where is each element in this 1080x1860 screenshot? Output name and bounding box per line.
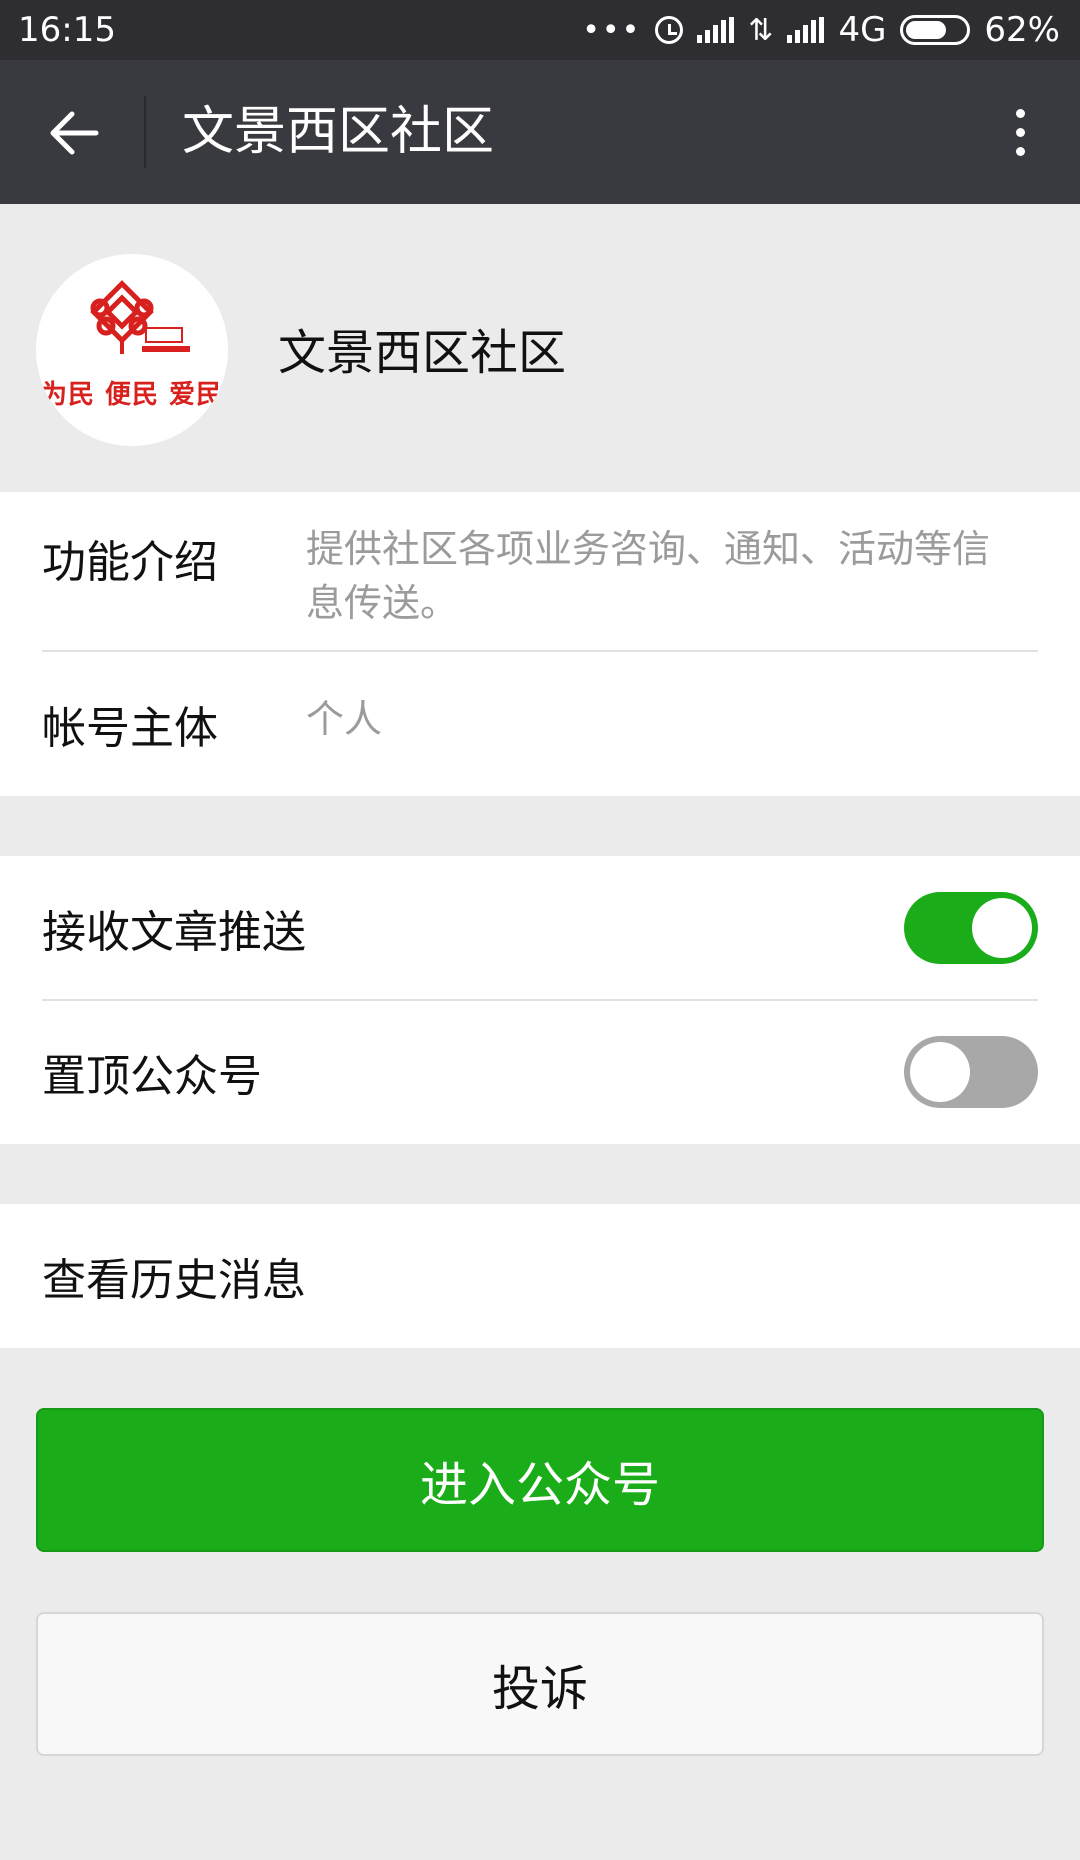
status-bar: 16:15 ••• ⇅ 4G 62%: [0, 0, 1080, 60]
pin-account-label: 置顶公众号: [42, 1051, 262, 1102]
battery-icon: [900, 15, 971, 45]
more-vertical-icon: [1015, 108, 1025, 118]
alarm-icon: [655, 16, 684, 44]
account-value: 个人: [306, 697, 383, 741]
network-type: 4G: [838, 10, 887, 50]
pin-account-toggle[interactable]: [904, 1036, 1038, 1108]
toggle-knob: [972, 898, 1032, 958]
toggle-knob: [910, 1042, 970, 1102]
more-options-button[interactable]: [990, 96, 1050, 168]
status-time: 16:15: [18, 10, 116, 50]
page-title: 文景西区社区: [182, 102, 495, 162]
more-notifications-icon: •••: [582, 12, 642, 48]
complain-button[interactable]: 投诉: [36, 1612, 1044, 1756]
intro-label: 功能介绍: [42, 537, 218, 588]
back-arrow-icon: [50, 111, 99, 155]
battery-percent: 62%: [984, 10, 1060, 50]
view-history-label: 查看历史消息: [42, 1255, 306, 1306]
receive-articles-label: 接收文章推送: [42, 907, 306, 958]
data-transfer-icon: ⇅: [748, 12, 774, 48]
row-divider: [42, 650, 1038, 652]
pin-account-row: 置顶公众号: [0, 1000, 1080, 1144]
intro-value: 提供社区各项业务咨询、通知、活动等信息传送。: [306, 527, 991, 625]
back-button[interactable]: [40, 100, 106, 166]
nav-divider: [144, 96, 146, 168]
profile-header: 为民 便民 爱民 文景西区社区: [0, 204, 1080, 492]
avatar[interactable]: 为民 便民 爱民: [36, 254, 228, 446]
settings-card: 接收文章推送 置顶公众号: [0, 856, 1080, 1144]
community-logo-icon: [90, 280, 190, 354]
status-icons: ••• ⇅ 4G 62%: [582, 10, 1060, 50]
receive-articles-row: 接收文章推送: [0, 856, 1080, 1000]
account-label: 帐号主体: [42, 703, 218, 754]
nav-bar: 文景西区社区: [0, 60, 1080, 204]
avatar-slogan: 为民 便民 爱民: [40, 380, 224, 410]
history-card[interactable]: 查看历史消息: [0, 1204, 1080, 1348]
receive-articles-toggle[interactable]: [904, 892, 1038, 964]
signal-icon: [697, 17, 735, 43]
signal-icon-2: [787, 17, 825, 43]
info-card: 功能介绍 提供社区各项业务咨询、通知、活动等信息传送。 帐号主体 个人: [0, 492, 1080, 796]
account-name: 文景西区社区: [278, 325, 567, 381]
enter-account-button[interactable]: 进入公众号: [36, 1408, 1044, 1552]
